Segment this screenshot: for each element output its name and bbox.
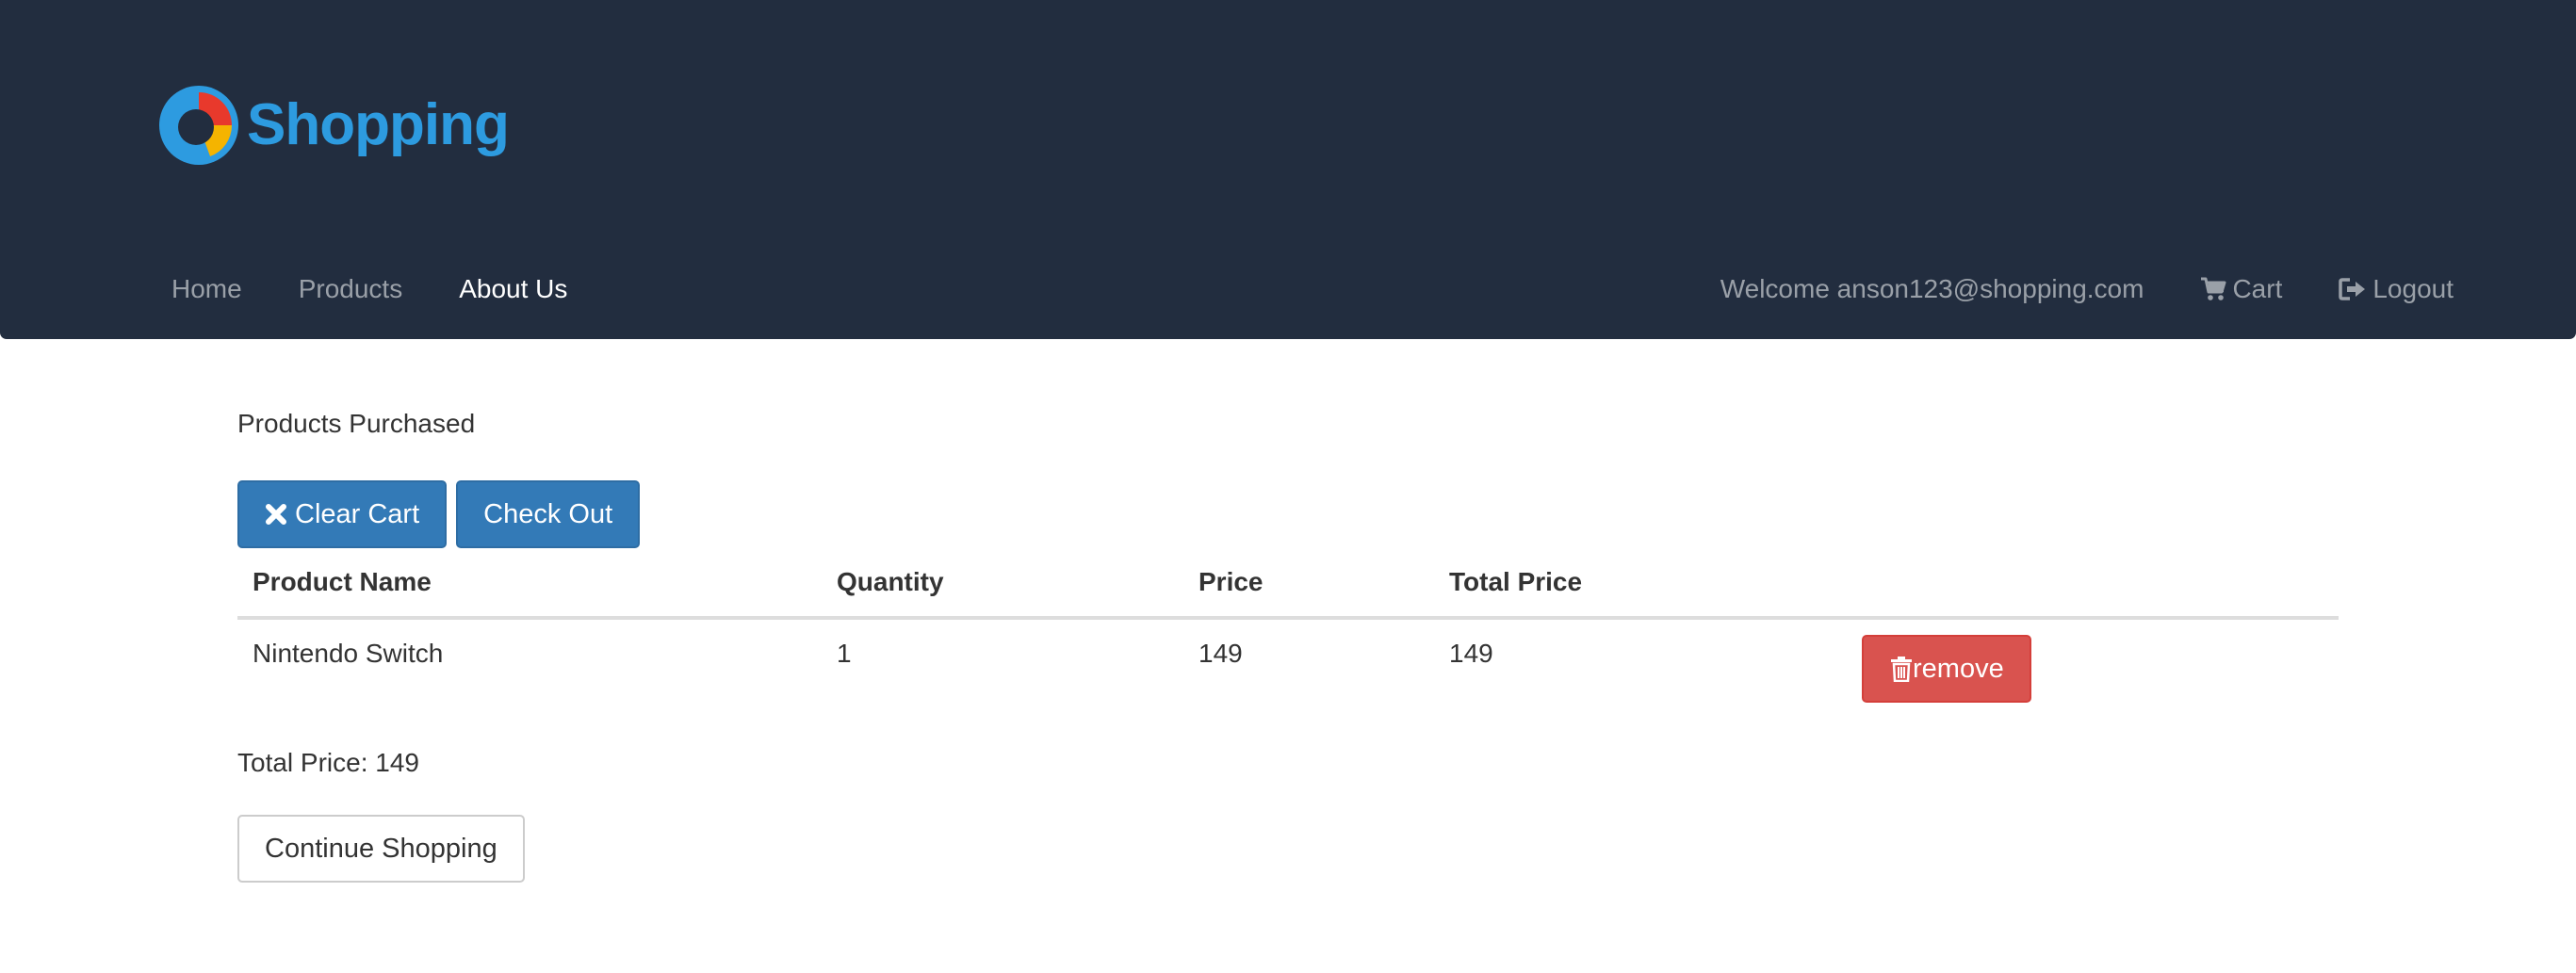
user-nav: Welcome anson123@shopping.com Cart Logou…	[1664, 259, 2454, 319]
header-total-price: Total Price	[1434, 548, 1847, 620]
continue-shopping-button[interactable]: Continue Shopping	[237, 815, 525, 883]
shopping-cart-icon	[2200, 277, 2226, 301]
remove-label: remove	[1913, 653, 2004, 684]
nav-logout[interactable]: Logout	[2339, 274, 2454, 304]
remove-x-icon	[265, 503, 287, 526]
logo-icon	[158, 85, 239, 166]
continue-row: Continue Shopping	[237, 815, 2339, 883]
page-title: Products Purchased	[237, 409, 476, 438]
cart-actions: Clear Cart Check Out	[237, 480, 2339, 548]
header-quantity: Quantity	[822, 548, 1183, 620]
trash-icon	[1890, 656, 1913, 682]
nav-products[interactable]: Products	[299, 274, 403, 304]
cart-table: Product Name Quantity Price Total Price …	[237, 548, 2339, 703]
cell-total-price: 149	[1449, 639, 1493, 668]
nav-cart-label: Cart	[2232, 274, 2283, 303]
nav-home[interactable]: Home	[171, 274, 242, 304]
logout-icon	[2339, 277, 2367, 301]
nav-logout-label: Logout	[2372, 274, 2454, 303]
check-out-button[interactable]: Check Out	[456, 480, 641, 548]
clear-cart-label: Clear Cart	[295, 498, 420, 529]
table-header-row: Product Name Quantity Price Total Price	[237, 548, 2339, 620]
clear-cart-button[interactable]: Clear Cart	[237, 480, 448, 548]
cart-content: Products Purchased Clear Cart Check Out …	[237, 405, 2339, 883]
cell-product-name: Nintendo Switch	[253, 639, 444, 668]
remove-item-button[interactable]: remove	[1862, 635, 2031, 703]
nav-cart[interactable]: Cart	[2200, 274, 2282, 304]
cell-action: remove	[1847, 618, 2339, 703]
welcome-text: Welcome anson123@shopping.com	[1720, 274, 2144, 303]
site-header: Shopping Home Products About Us Welcome …	[0, 0, 2576, 339]
header-action	[1847, 548, 2339, 620]
total-price-text: Total Price: 149	[237, 748, 419, 777]
cell-quantity: 1	[837, 639, 852, 668]
cell-price: 149	[1198, 639, 1243, 668]
logo-text: Shopping	[247, 92, 510, 157]
nav-about-us[interactable]: About Us	[459, 274, 567, 304]
table-row: Nintendo Switch 1 149 149 remove	[237, 618, 2339, 703]
header-product-name: Product Name	[237, 548, 822, 620]
site-logo[interactable]: Shopping	[158, 85, 510, 166]
main-nav: Home Products About Us	[171, 259, 624, 319]
header-price: Price	[1183, 548, 1434, 620]
